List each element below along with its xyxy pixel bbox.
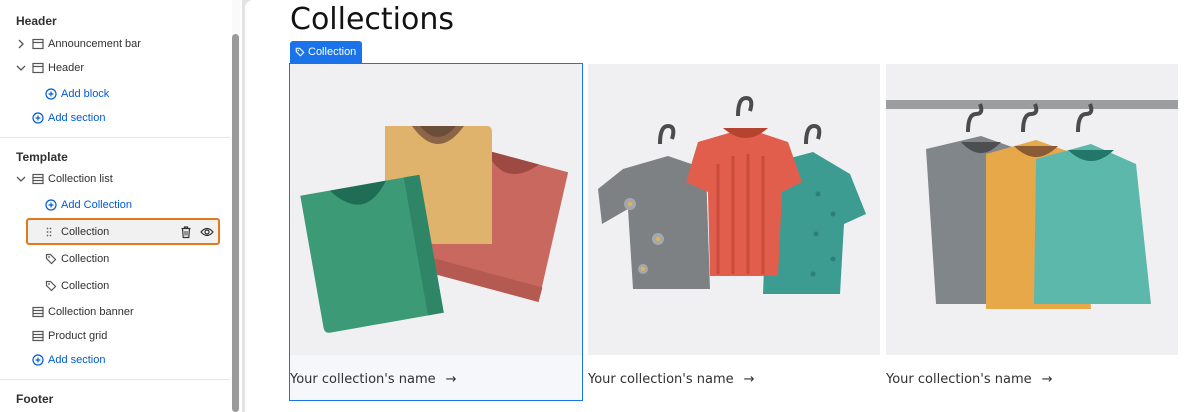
sidebar-item-label: Collection list <box>48 173 113 185</box>
arrow-right-icon: → <box>743 372 755 387</box>
sidebar-item-product-grid[interactable]: Product grid <box>0 324 230 348</box>
page-title: Collections <box>290 2 455 37</box>
add-block-button[interactable]: Add block <box>0 82 230 106</box>
footer-section-title: Footer <box>16 392 54 406</box>
sidebar-item-header[interactable]: Header <box>0 56 230 80</box>
section-icon <box>32 62 44 74</box>
collection-badge[interactable]: Collection <box>290 41 363 63</box>
section-icon <box>32 330 44 342</box>
tag-icon <box>45 280 57 292</box>
sidebar-item-label: Collection banner <box>48 306 134 318</box>
add-section-label: Add section <box>48 112 106 124</box>
arrow-right-icon: → <box>445 372 457 387</box>
arrow-right-icon: → <box>1041 372 1053 387</box>
section-icon <box>32 306 44 318</box>
scrollbar-thumb[interactable] <box>232 34 239 412</box>
template-section-title: Template <box>16 150 68 164</box>
folded-shirts-illustration <box>300 126 569 333</box>
add-collection-label: Add Collection <box>61 199 132 211</box>
chevron-right-icon[interactable] <box>16 39 26 49</box>
add-collection-button[interactable]: Add Collection <box>0 193 230 217</box>
sidebar-item-label: Collection <box>61 226 110 238</box>
plus-circle-icon <box>45 199 57 211</box>
collection-name-link[interactable]: Your collection's name → <box>886 372 1053 387</box>
rack-sweaters-illustration <box>886 100 1178 309</box>
sidebar-item-label: Product grid <box>48 330 108 342</box>
sidebar: Header Announcement bar Header Add block… <box>0 0 242 412</box>
hanging-shirts-illustration <box>598 95 866 294</box>
add-section-button[interactable]: Add section <box>0 348 230 372</box>
preview-canvas: Collections Collection Your collection's… <box>245 0 1200 412</box>
sidebar-item-collection-banner[interactable]: Collection banner <box>0 300 230 324</box>
sidebar-item-collection[interactable]: Collection <box>0 247 230 271</box>
divider <box>0 137 230 138</box>
collection-name-link[interactable]: Your collection's name → <box>290 372 457 387</box>
add-block-label: Add block <box>61 88 110 100</box>
sidebar-item-announcement-bar[interactable]: Announcement bar <box>0 32 230 56</box>
sidebar-item-label: Collection <box>61 280 110 292</box>
collection-name: Your collection's name <box>886 372 1032 387</box>
plus-circle-icon <box>32 112 44 124</box>
badge-label: Collection <box>308 46 357 58</box>
drag-handle-icon[interactable] <box>46 227 52 237</box>
add-section-button[interactable]: Add section <box>0 106 230 130</box>
collection-image <box>588 64 880 355</box>
sidebar-item-label: Collection <box>61 253 110 265</box>
collection-card[interactable]: Your collection's name → <box>886 64 1178 400</box>
chevron-down-icon[interactable] <box>16 63 26 73</box>
tag-icon <box>295 47 305 57</box>
sidebar-item-collection-selected[interactable]: Collection <box>0 220 230 244</box>
chevron-down-icon[interactable] <box>16 174 26 184</box>
collection-name: Your collection's name <box>588 372 734 387</box>
tag-icon <box>45 253 57 265</box>
collection-card[interactable]: Your collection's name → <box>289 63 583 401</box>
collection-image <box>290 64 582 355</box>
section-icon <box>32 173 44 185</box>
sidebar-item-collection-list[interactable]: Collection list <box>0 167 230 191</box>
plus-circle-icon <box>32 354 44 366</box>
divider <box>0 379 230 380</box>
header-section-title: Header <box>16 14 57 28</box>
sidebar-item-collection[interactable]: Collection <box>0 274 230 298</box>
collection-name-link[interactable]: Your collection's name → <box>588 372 755 387</box>
eye-icon[interactable] <box>200 226 214 238</box>
add-section-label: Add section <box>48 354 106 366</box>
sidebar-item-label: Header <box>48 62 85 74</box>
trash-icon[interactable] <box>180 225 192 239</box>
collection-image <box>886 64 1178 355</box>
sidebar-item-label: Announcement bar <box>48 38 141 50</box>
plus-circle-icon <box>45 88 57 100</box>
section-icon <box>32 38 44 50</box>
collection-name: Your collection's name <box>290 372 436 387</box>
collection-card[interactable]: Your collection's name → <box>588 64 880 400</box>
